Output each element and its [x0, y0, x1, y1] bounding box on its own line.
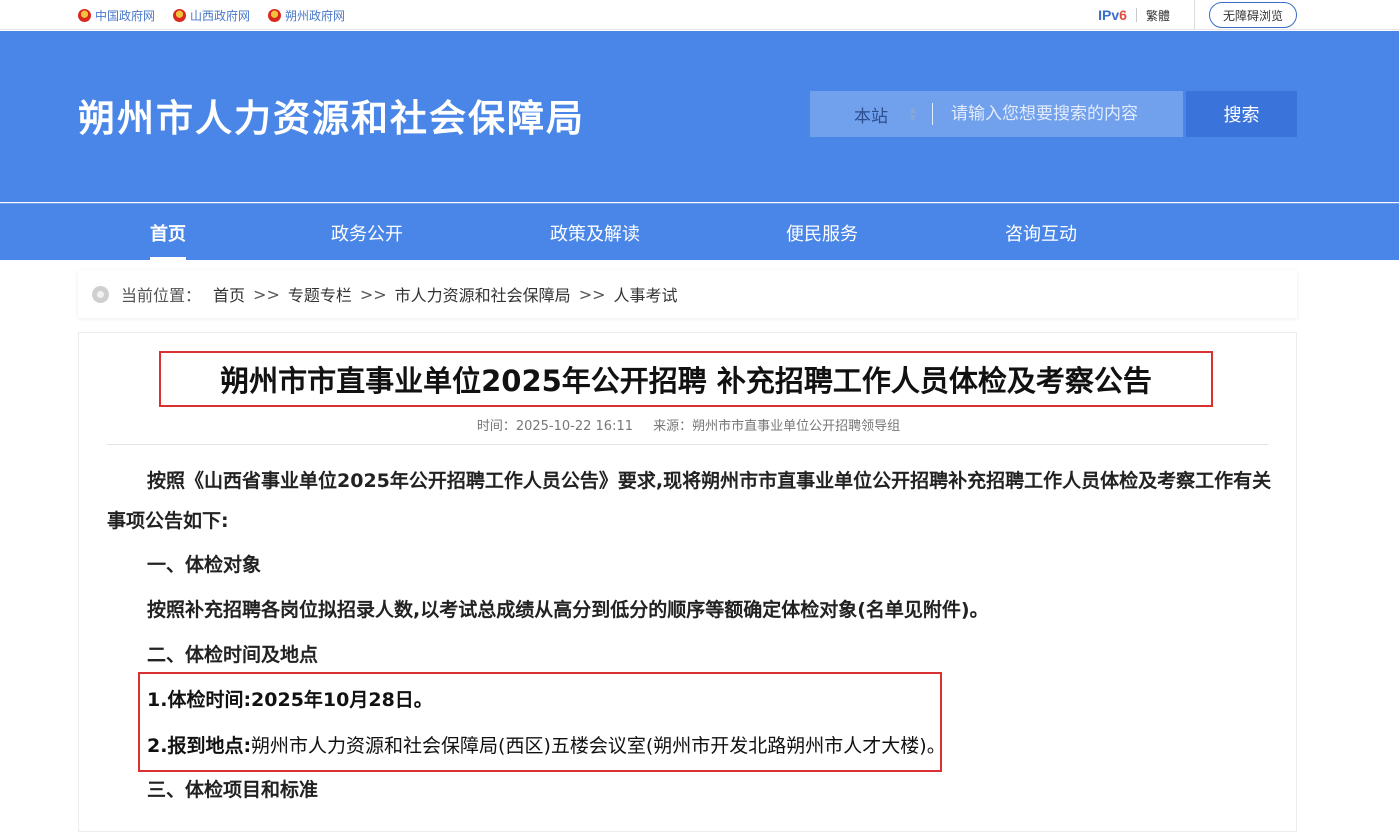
divider [107, 444, 1268, 445]
exam-time-text: 1.体检时间:2025年10月28日。 [147, 689, 433, 711]
header-banner: 朔州市人力资源和社会保障局 本站 ▲▼ 搜索 [0, 31, 1399, 202]
article: 朔州市市直事业单位2025年公开招聘 补充招聘工作人员体检及考察公告 时间：20… [78, 332, 1297, 832]
main-nav: 首页 政务公开 政策及解读 便民服务 咨询互动 [0, 203, 1399, 261]
gov-links: 中国政府网 山西政府网 朔州政府网 [78, 0, 345, 30]
divider [1193, 0, 1195, 30]
gov-link-label: 山西政府网 [190, 8, 251, 23]
breadcrumb-sep: >> [578, 284, 606, 304]
publish-time: 时间：2025-10-22 16:11 [476, 419, 633, 434]
top-right-tools: IPv6 繁體 无障碍浏览 [1098, 0, 1297, 30]
article-title-box: 朔州市市直事业单位2025年公开招聘 补充招聘工作人员体检及考察公告 [159, 351, 1213, 407]
section-heading-1: 一、体检对象 [147, 554, 262, 576]
breadcrumb-label: 当前位置： [121, 286, 202, 305]
breadcrumb-sep: >> [359, 284, 387, 304]
breadcrumb-bureau[interactable]: 市人力资源和社会保障局 [395, 282, 571, 306]
updown-arrows-icon: ▲ ▼ [909, 105, 916, 122]
search-scope-select[interactable]: 本站 ▲ ▼ [810, 91, 932, 137]
report-location: 2.报到地点:朔州市人力资源和社会保障局(西区)五楼会议室(朔州市开发北路朔州市… [147, 726, 946, 766]
section-text-1: 按照补充招聘各岗位拟招录人数,以考试总成绩从高分到低分的顺序等额确定体检对象(名… [147, 599, 989, 621]
traditional-chinese-link[interactable]: 繁體 [1146, 7, 1170, 24]
article-intro: 按照《山西省事业单位2025年公开招聘工作人员公告》要求,现将朔州市市直事业单位… [107, 470, 1272, 532]
article-title: 朔州市市直事业单位2025年公开招聘 补充招聘工作人员体检及考察公告 [220, 364, 1152, 398]
article-source: 来源：朔州市市直事业单位公开招聘领导组 [653, 419, 901, 434]
search-scope-label: 本站 [854, 106, 888, 127]
section-heading-2: 二、体检时间及地点 [147, 644, 319, 666]
breadcrumb-home[interactable]: 首页 [213, 282, 245, 306]
emblem-icon [173, 8, 187, 22]
ipv6-text: IPv [1098, 7, 1120, 23]
breadcrumb-topics[interactable]: 专题专栏 [288, 282, 352, 306]
breadcrumb: 当前位置： 首页 >> 专题专栏 >> 市人力资源和社会保障局 >> 人事考试 [78, 270, 1297, 318]
search-box: 本站 ▲ ▼ [810, 91, 1183, 137]
top-bar: 中国政府网 山西政府网 朔州政府网 IPv6 繁體 无障碍浏览 [0, 0, 1399, 30]
breadcrumb-exam[interactable]: 人事考试 [614, 282, 678, 306]
ipv6-num: 6 [1119, 7, 1127, 23]
nav-home[interactable]: 首页 [150, 204, 186, 261]
search-button[interactable]: 搜索 [1186, 91, 1297, 137]
gov-link-shanxi[interactable]: 山西政府网 [173, 7, 250, 24]
gov-link-label: 朔州政府网 [285, 8, 346, 23]
nav-services[interactable]: 便民服务 [786, 204, 858, 261]
divider [932, 103, 933, 125]
exam-time: 1.体检时间:2025年10月28日。 [147, 680, 433, 720]
breadcrumb-sep: >> [253, 284, 280, 304]
gov-link-china[interactable]: 中国政府网 [78, 7, 155, 24]
article-meta: 时间：2025-10-22 16:11 来源：朔州市市直事业单位公开招聘领导组 [79, 415, 1298, 434]
divider [1135, 8, 1137, 22]
ipv6-badge: IPv6 [1098, 7, 1127, 23]
report-location-text: 朔州市人力资源和社会保障局(西区)五楼会议室(朔州市开发北路朔州市人才大楼)。 [251, 735, 946, 757]
site-title: 朔州市人力资源和社会保障局 [78, 97, 585, 140]
nav-policy[interactable]: 政策及解读 [550, 204, 640, 261]
location-icon [92, 285, 109, 303]
gov-link-label: 中国政府网 [95, 8, 156, 23]
emblem-icon [268, 8, 282, 22]
accessible-browse-button[interactable]: 无障碍浏览 [1208, 2, 1297, 28]
nav-interaction[interactable]: 咨询互动 [1005, 204, 1077, 261]
section-heading-3: 三、体检项目和标准 [147, 779, 319, 801]
report-location-label: 2.报到地点: [147, 735, 252, 757]
emblem-icon [78, 8, 91, 22]
gov-link-shuozhou[interactable]: 朔州政府网 [268, 7, 345, 24]
nav-gov-affairs[interactable]: 政务公开 [331, 204, 403, 261]
search-input[interactable] [933, 91, 1183, 137]
